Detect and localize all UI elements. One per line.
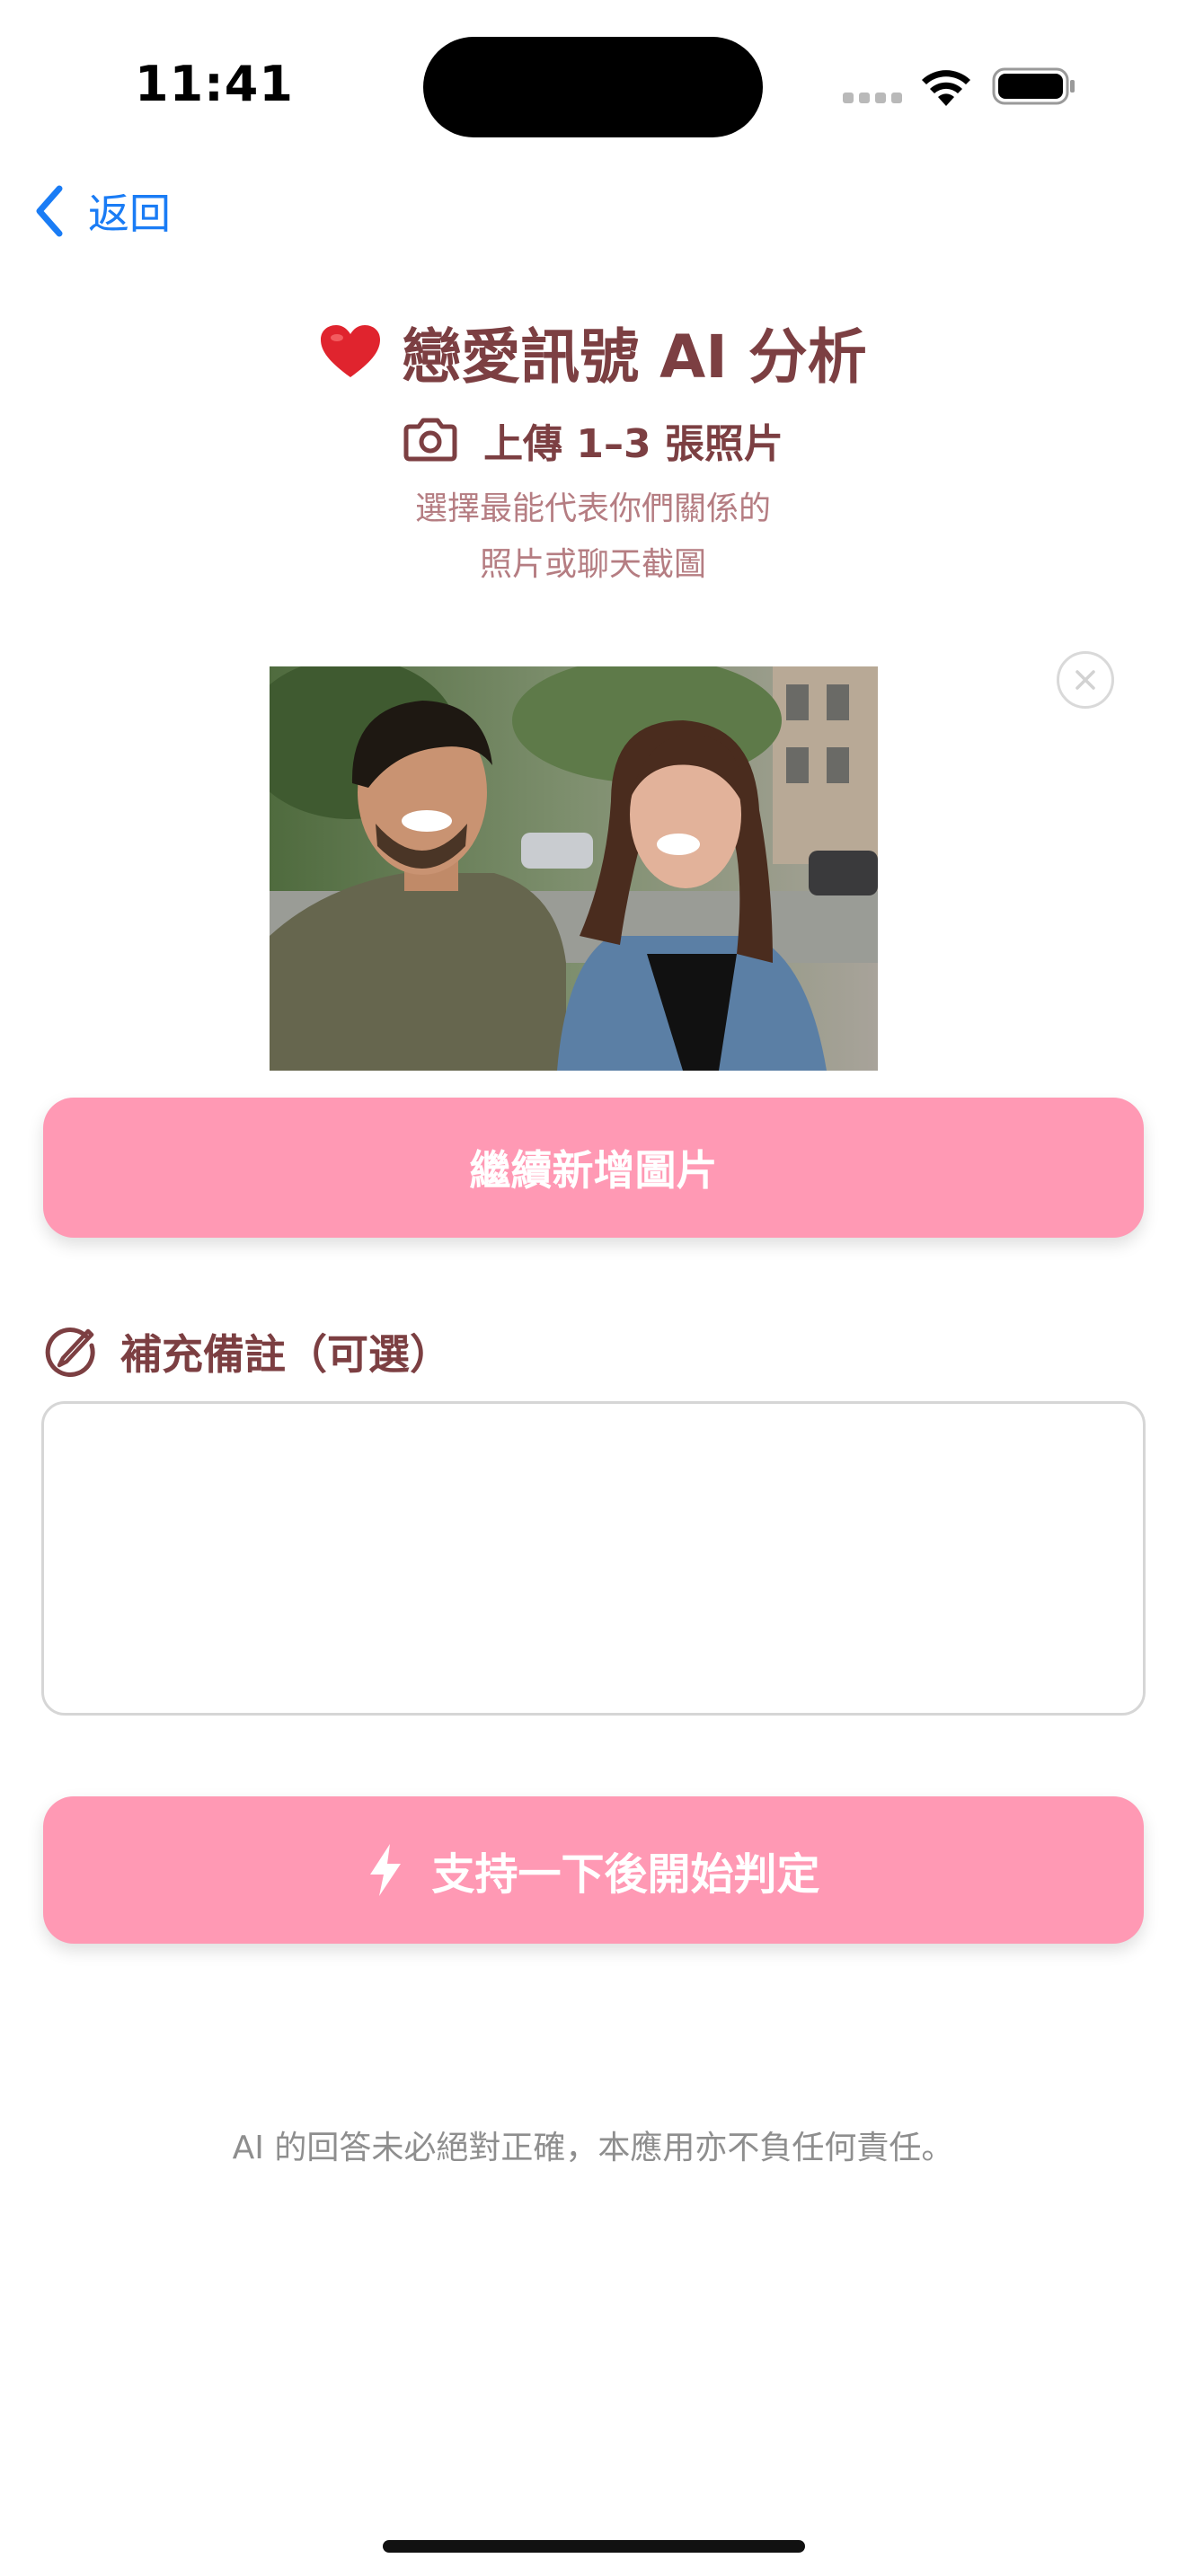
home-indicator[interactable]: [383, 2540, 805, 2553]
back-label: 返回: [88, 190, 171, 238]
hint-line-2: 照片或聊天截圖: [479, 546, 706, 583]
bolt-icon: [370, 1844, 402, 1896]
upload-hint: 選擇最能代表你們關係的 照片或聊天截圖: [0, 481, 1186, 593]
edit-icon: [45, 1328, 95, 1377]
title-text: 戀愛訊號 AI 分析: [402, 322, 867, 392]
close-icon: [1075, 670, 1095, 690]
chevron-left-icon: [36, 185, 63, 237]
notes-label-text: 補充備註（可選）: [120, 1330, 451, 1379]
start-analysis-label: 支持一下後開始判定: [431, 1849, 820, 1900]
remove-photo-button[interactable]: [1057, 651, 1114, 709]
start-analysis-button[interactable]: 支持一下後開始判定: [43, 1796, 1144, 1944]
cellular-signal-icon: [843, 90, 907, 104]
heart-icon: [321, 325, 381, 377]
subtitle-text: 上傳 1–3 張照片: [483, 421, 783, 467]
battery-icon: [992, 66, 1076, 106]
back-button[interactable]: 返回: [32, 180, 194, 243]
camera-icon: [403, 418, 457, 462]
notes-textarea[interactable]: [41, 1401, 1146, 1716]
uploaded-photo[interactable]: [270, 666, 878, 1071]
disclaimer-text: AI 的回答未必絕對正確，本應用亦不負任何責任。: [232, 2130, 954, 2166]
hint-line-1: 選擇最能代表你們關係的: [414, 490, 771, 527]
wifi-icon: [920, 66, 972, 108]
dynamic-island: [423, 37, 763, 137]
status-time: 11:41: [135, 56, 294, 112]
add-more-images-button[interactable]: 繼續新增圖片: [43, 1098, 1144, 1238]
upload-instruction: 上傳 1–3 張照片: [0, 411, 1186, 469]
notes-label: 補充備註（可選）: [43, 1320, 451, 1383]
page-title: 戀愛訊號 AI 分析: [0, 313, 1186, 392]
